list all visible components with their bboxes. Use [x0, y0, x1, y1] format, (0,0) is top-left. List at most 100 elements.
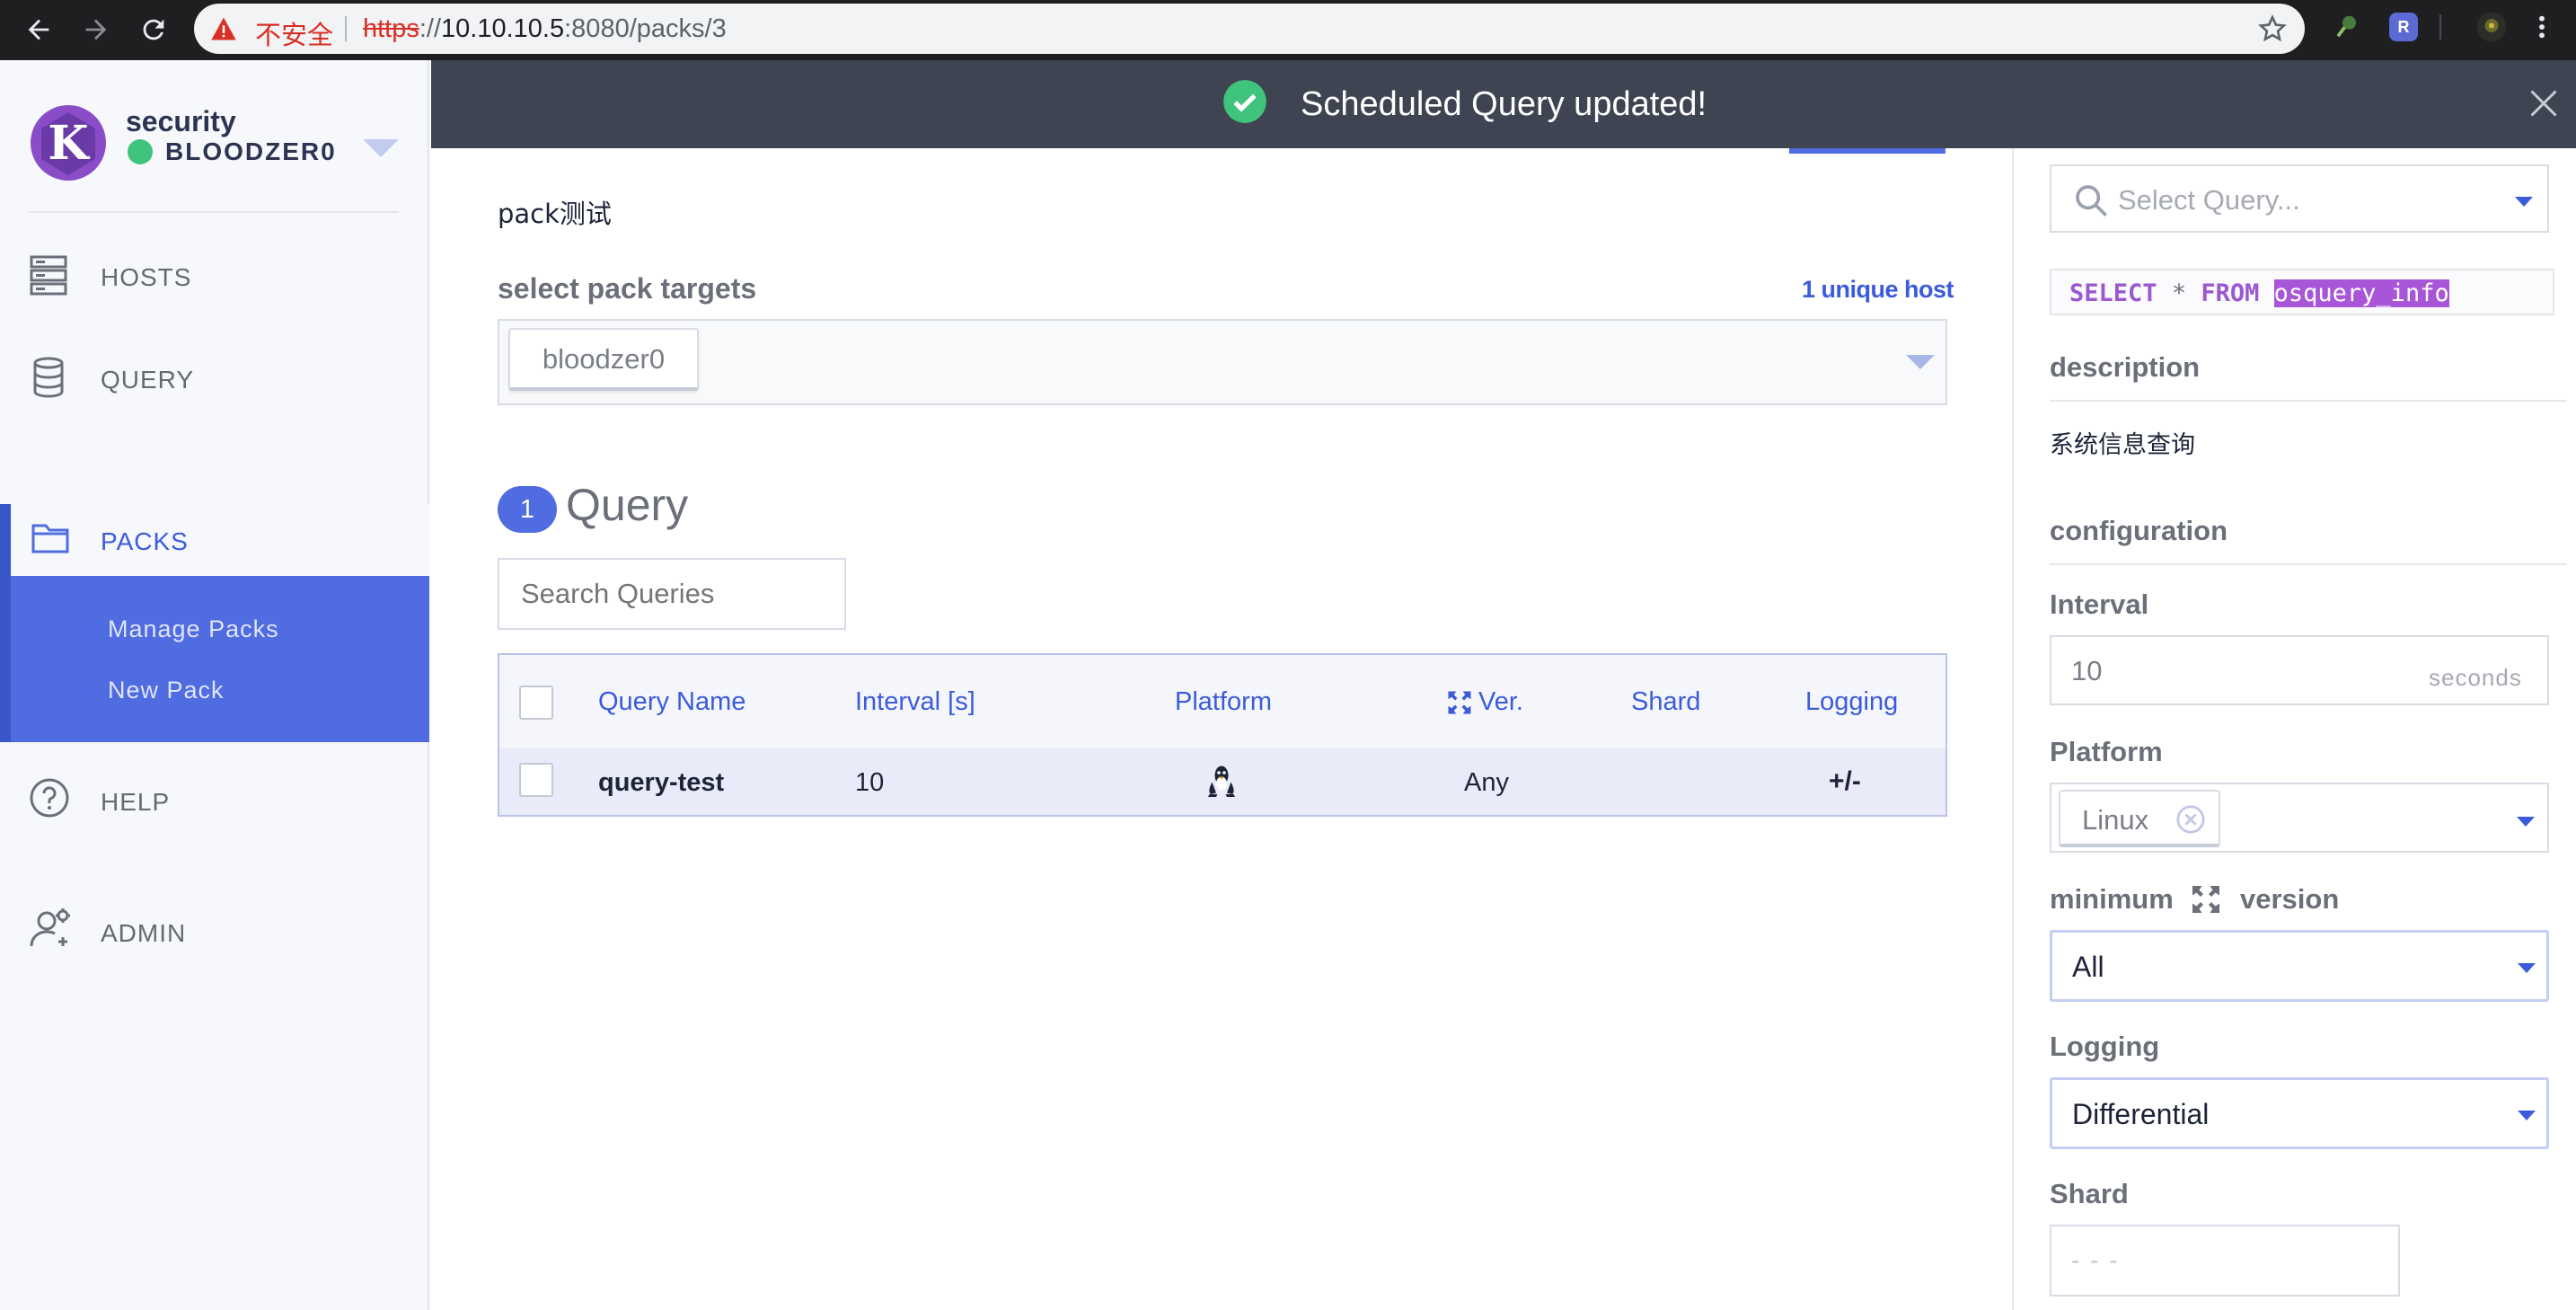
toast-message: Scheduled Query updated! [1301, 85, 1707, 123]
forward-icon[interactable] [75, 9, 117, 50]
targets-caret-icon[interactable] [1906, 355, 1935, 369]
logging-value: Differential [2072, 1098, 2210, 1130]
address-bar[interactable]: 不安全 https://10.10.10.5:8080/packs/3 [194, 4, 2305, 54]
table-header-row: Query Name Interval [s] Platform Ver. Sh… [499, 655, 1945, 748]
sidebar-item-label: HOSTS [101, 263, 192, 291]
sidebar-subitem-new-pack[interactable]: New Pack [108, 677, 225, 704]
divider [345, 16, 347, 41]
platform-select[interactable]: Linux [2050, 783, 2549, 853]
reload-icon[interactable] [133, 9, 174, 50]
interval-input[interactable]: 10 seconds [2050, 635, 2549, 705]
select-query-placeholder: Select Query... [2118, 184, 2300, 216]
sql-star: * [2171, 279, 2187, 307]
logging-select[interactable]: Differential [2050, 1077, 2549, 1149]
unique-hosts-count: 1 unique host [1802, 276, 1954, 303]
url-text[interactable]: https://10.10.10.5:8080/packs/3 [363, 14, 727, 44]
col-header-logging[interactable]: Logging [1805, 687, 1898, 717]
profile-avatar-icon[interactable] [2475, 11, 2508, 43]
row-checkbox[interactable] [519, 763, 553, 797]
logging-label: Logging [2050, 1031, 2160, 1062]
min-version-label-suffix: version [2240, 883, 2340, 915]
remove-chip-icon[interactable] [2175, 804, 2206, 835]
sidebar: K security BLOODZER0 HOSTS QUERY PACKS M… [0, 60, 429, 1310]
divider [29, 211, 399, 213]
query-count-badge: 1 [498, 486, 557, 533]
sidebar-item-label: QUERY [101, 366, 195, 394]
col-header-platform[interactable]: Platform [1175, 687, 1272, 717]
sidebar-item-label: PACKS [101, 527, 189, 555]
configuration-label: configuration [2050, 515, 2228, 546]
min-version-label: minimum [2050, 883, 2174, 915]
divider [2439, 14, 2441, 40]
sql-table-name: osquery_info [2273, 279, 2449, 307]
target-chip[interactable]: bloodzer0 [508, 328, 699, 391]
url-protocol: https [363, 14, 419, 43]
check-circle-icon [1223, 80, 1266, 123]
back-icon[interactable] [18, 9, 59, 50]
description-label: description [2050, 351, 2201, 383]
sidebar-item-packs[interactable]: PACKS [11, 504, 429, 576]
pack-name: pack测试 [498, 199, 612, 229]
linux-icon [1208, 766, 1235, 797]
search-icon [2076, 185, 2107, 217]
interval-label: Interval [2050, 589, 2149, 620]
col-header-interval[interactable]: Interval [s] [855, 687, 975, 717]
kolide-logo: K [29, 103, 108, 187]
description-text: 系统信息查询 [2050, 431, 2195, 459]
chevron-down-icon [2518, 1111, 2536, 1120]
sidebar-item-hosts[interactable]: HOSTS [0, 227, 429, 326]
search-queries-input[interactable] [498, 558, 846, 630]
chevron-down-icon [2518, 963, 2536, 973]
sql-keyword: FROM [2201, 279, 2260, 307]
divider [2050, 400, 2567, 402]
sidebar-item-label: ADMIN [101, 919, 187, 947]
select-query-dropdown[interactable]: Select Query... [2050, 164, 2549, 233]
org-name: security [126, 105, 236, 137]
targets-label: select pack targets [498, 272, 757, 305]
table-row[interactable]: query-test 10 Any +/- [499, 748, 1945, 815]
hosts-icon [30, 255, 67, 296]
user-name: BLOODZER0 [165, 137, 337, 165]
osquery-icon [1448, 691, 1471, 714]
query-config-panel: Select Query... SELECT * FROM osquery_in… [2012, 148, 2576, 1310]
extension-pin-icon[interactable] [2333, 13, 2360, 40]
chevron-down-icon [2515, 197, 2533, 207]
row-query-name[interactable]: query-test [598, 768, 724, 798]
bookmark-star-icon[interactable] [2258, 14, 2287, 43]
shard-input[interactable]: - - - [2050, 1225, 2400, 1297]
sidebar-subitem-manage-packs[interactable]: Manage Packs [108, 615, 279, 643]
browser-toolbar: 不安全 https://10.10.10.5:8080/packs/3 R [0, 0, 2576, 60]
sidebar-item-query[interactable]: QUERY [0, 330, 429, 429]
interval-value: 10 [2071, 655, 2103, 686]
query-heading: Query [566, 480, 689, 530]
url-separator: :// [419, 14, 442, 43]
sidebar-item-admin[interactable]: ADMIN [0, 881, 429, 980]
sidebar-item-help[interactable]: HELP [0, 752, 429, 851]
edit-tab-indicator [1789, 148, 1945, 154]
col-header-shard[interactable]: Shard [1631, 687, 1700, 717]
interval-unit: seconds [2429, 664, 2522, 691]
select-all-checkbox[interactable] [519, 686, 553, 720]
extension-r-icon[interactable]: R [2389, 13, 2418, 41]
targets-select[interactable]: bloodzer0 [498, 319, 1947, 405]
active-indicator [0, 504, 11, 742]
more-vert-icon[interactable] [2535, 13, 2549, 41]
chevron-down-icon [2517, 817, 2535, 827]
close-icon[interactable] [2527, 87, 2560, 119]
warning-icon [211, 17, 236, 40]
col-header-query-name[interactable]: Query Name [598, 687, 745, 717]
osquery-icon [2192, 886, 2219, 913]
url-path: :8080/packs/3 [564, 14, 727, 43]
row-version: Any [1464, 768, 1509, 797]
min-version-select[interactable]: All [2050, 930, 2549, 1002]
url-host: 10.10.10.5 [441, 14, 565, 43]
platform-chip-label: Linux [2082, 804, 2149, 836]
main-content: pack测试 select pack targets 1 unique host… [431, 148, 2012, 1310]
sql-preview[interactable]: SELECT * FROM osquery_info [2050, 269, 2554, 315]
online-status-dot [128, 139, 153, 164]
success-toast: Scheduled Query updated! [431, 60, 2576, 148]
col-header-version[interactable]: Ver. [1478, 687, 1523, 717]
user-menu-caret-icon[interactable] [363, 139, 399, 157]
queries-table: Query Name Interval [s] Platform Ver. Sh… [498, 653, 1947, 817]
platform-label: Platform [2050, 736, 2163, 767]
